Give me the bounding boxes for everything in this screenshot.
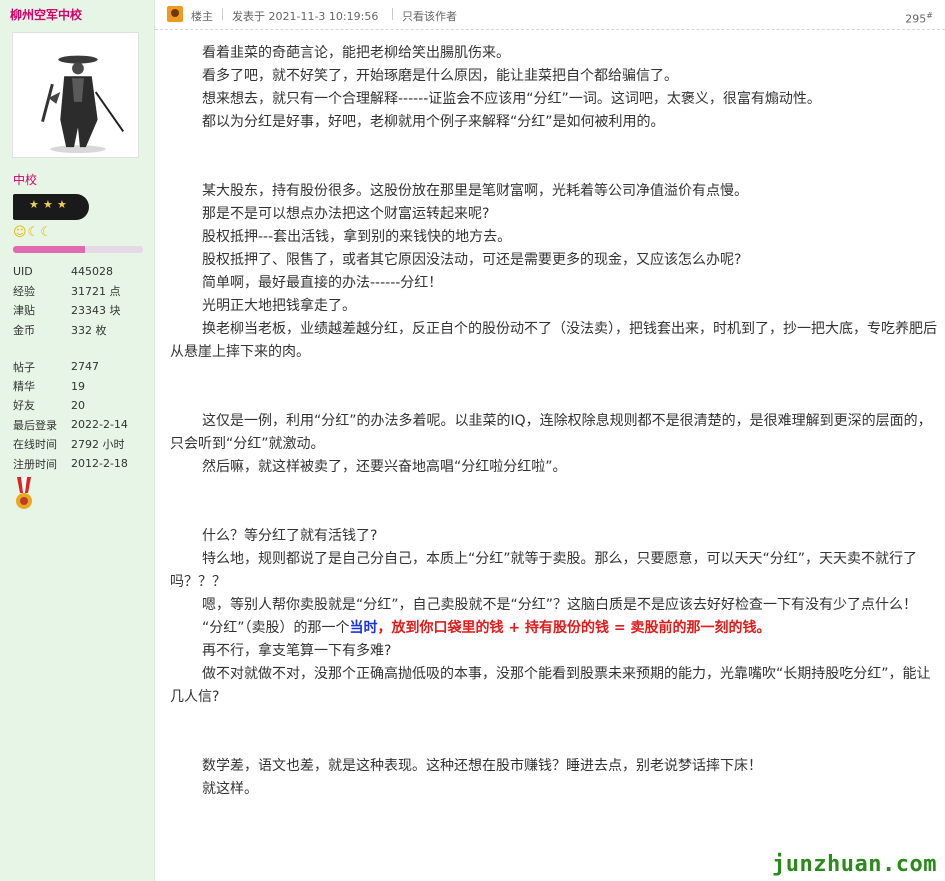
post-paragraph: 换老柳当老板，业绩越差越分红，反正自个的股份动不了（没法卖），把钱套出来，时机到…	[170, 321, 937, 360]
stat-value: 31721 点	[71, 285, 121, 299]
thread-starter-label: 楼主	[191, 10, 213, 23]
only-author-link[interactable]: 只看该作者	[402, 8, 457, 24]
post-paragraph: 股权抵押了、限售了，或者其它原因没法动，可还是需要更多的现金，又应该怎么办呢?	[202, 252, 742, 268]
highlight-blue: 当时	[349, 620, 378, 636]
stat-label: 最后登录	[13, 418, 57, 432]
post-paragraph: 某大股东，持有股份很多。这股份放在那里是笔财富啊，光耗着等公司净值溢价有点慢。	[202, 183, 748, 199]
site-watermark: junzhuan.com	[772, 852, 937, 877]
stat-label: 经验	[13, 285, 35, 299]
rank-star-icon: ★	[29, 198, 39, 211]
divider	[392, 8, 393, 20]
stat-label: 帖子	[13, 360, 35, 374]
post-paragraph: 光明正大地把钱拿走了。	[202, 298, 356, 314]
text-segment: ，	[377, 620, 392, 636]
author-stats-secondary: 帖子 2747 精华 19 好友 20 最后登录 2022-2-14 在线时间 …	[13, 357, 153, 473]
text-segment: 。	[756, 620, 771, 636]
post-paragraph-highlight: “分红”（卖股）的那一个当时，放到你口袋里的钱 + 持有股份的钱 = 卖股前的那…	[170, 617, 940, 640]
author-sidebar: 柳州空军中校 中校 ★ ★ ★ ☺☾☾ UID 445028 经验 31721 …	[0, 0, 155, 881]
post-content: 看着韭菜的奇葩言论，能把老柳给笑出腸肌伤来。 看多了吧，就不好笑了，开始琢磨是什…	[170, 42, 940, 801]
post-paragraph: 特么地，规则都说了是自己分自己，本质上“分红”就等于卖股。那么，只要愿意，可以天…	[170, 551, 918, 590]
post-paragraph: 数学差，语文也差，就是这种表现。这种还想在股市赚钱？睡进去点，别老说梦话摔下床！	[202, 758, 762, 774]
stat-value[interactable]: 19	[71, 380, 153, 393]
stat-row-posts: 帖子 2747	[13, 357, 153, 376]
stat-value: 332 枚	[71, 323, 107, 337]
stat-value: 2022-2-14	[71, 418, 128, 432]
stat-label: 好友	[13, 399, 35, 413]
stat-row-exp: 经验 31721 点	[13, 281, 153, 300]
stat-label: 精华	[13, 380, 35, 394]
post-paragraph: 什么？等分红了就有活钱了?	[202, 528, 378, 544]
rank-star-icon: ★	[57, 198, 67, 211]
post-paragraph: 看多了吧，就不好笑了，开始琢磨是什么原因，能让韭菜把自个都给骗信了。	[202, 68, 678, 84]
floor-number[interactable]: 295#	[905, 11, 933, 26]
user-group-title[interactable]: 中校	[13, 171, 37, 188]
stat-label: 在线时间	[13, 438, 57, 452]
stat-value: 2792 小时	[71, 438, 125, 452]
text-segment: “分红”（卖股）的那一个	[202, 620, 350, 636]
floor-number-value: 295	[905, 12, 927, 26]
stat-label: 津贴	[13, 304, 35, 318]
stat-row-uid: UID 445028	[13, 262, 153, 281]
level-icons: ☺☾☾	[13, 225, 53, 240]
post-paragraph: 就这样。	[202, 781, 258, 797]
floor-number-suffix: #	[926, 11, 933, 20]
medal-icon[interactable]	[14, 477, 34, 513]
post-paragraph: 再不行，拿支笔算一下有多难?	[202, 643, 392, 659]
divider	[222, 8, 223, 20]
post-paragraph: 做不对就做不对，没那个正确高抛低吸的本事，没那个能看到股票未来预期的能力，光靠嘴…	[170, 666, 931, 705]
stat-label: UID	[13, 265, 33, 279]
author-username[interactable]: 柳州空军中校	[10, 6, 82, 23]
post-time: 发表于 2021-11-3 10:19:56	[232, 10, 379, 23]
stat-row-digest: 精华 19	[13, 376, 153, 395]
stat-row-register-time: 注册时间 2012-2-18	[13, 454, 153, 473]
stat-row-last-login: 最后登录 2022-2-14	[13, 415, 153, 434]
author-stats: UID 445028 经验 31721 点 津贴 23343 块 金币 332 …	[13, 262, 153, 340]
post-header: 楼主 发表于 2021-11-3 10:19:56 只看该作者 295#	[155, 0, 945, 30]
post-paragraph: 那是不是可以想点办法把这个财富运转起来呢?	[202, 206, 490, 222]
thread-starter-icon	[167, 6, 183, 22]
post-paragraph: 这仅是一例，利用“分红”的办法多着呢。以韭菜的IQ，连除权除息规则都不是很清楚的…	[170, 413, 932, 452]
rank-badge: ★ ★ ★	[13, 194, 89, 220]
post-paragraph: 想来想去，就只有一个合理解释------证监会不应该用“分红”一词。这词吧，太褒…	[202, 91, 821, 107]
stat-row-coins: 金币 332 枚	[13, 320, 153, 339]
stat-row-allowance: 津贴 23343 块	[13, 301, 153, 320]
stat-value[interactable]: 445028	[71, 265, 153, 278]
stat-label: 注册时间	[13, 457, 57, 471]
post-paragraph: 都以为分红是好事，好吧，老柳就用个例子来解释“分红”是如何被利用的。	[202, 114, 665, 130]
stat-value: 2012-2-18	[71, 457, 128, 471]
stat-row-friends: 好友 20	[13, 396, 153, 415]
avatar[interactable]	[12, 32, 139, 158]
post-paragraph: 看着韭菜的奇葩言论，能把老柳给笑出腸肌伤来。	[202, 45, 510, 61]
stat-row-online-time: 在线时间 2792 小时	[13, 435, 153, 454]
rank-star-icon: ★	[43, 198, 53, 211]
avatar-image	[13, 33, 138, 157]
post-paragraph: 简单啊，最好最直接的办法------分红！	[202, 275, 443, 291]
stat-label: 金币	[13, 323, 35, 337]
post-paragraph: 股权抵押---套出活钱，拿到别的来钱快的地方去。	[202, 229, 512, 245]
stat-value: 23343 块	[71, 304, 121, 318]
credit-progress-bar	[13, 246, 143, 253]
highlight-red: 放到你口袋里的钱 + 持有股份的钱 = 卖股前的那一刻的钱	[391, 620, 757, 636]
post-paragraph: 嗯，等别人帮你卖股就是“分红”，自己卖股就不是“分红”？这脑白质是不是应该去好好…	[202, 597, 918, 613]
credit-progress-fill	[13, 246, 85, 253]
post-paragraph: 然后嘛，就这样被卖了，还要兴奋地高唱“分红啦分红啦”。	[202, 459, 567, 475]
stat-value[interactable]: 2747	[71, 360, 153, 373]
stat-value[interactable]: 20	[71, 399, 153, 412]
